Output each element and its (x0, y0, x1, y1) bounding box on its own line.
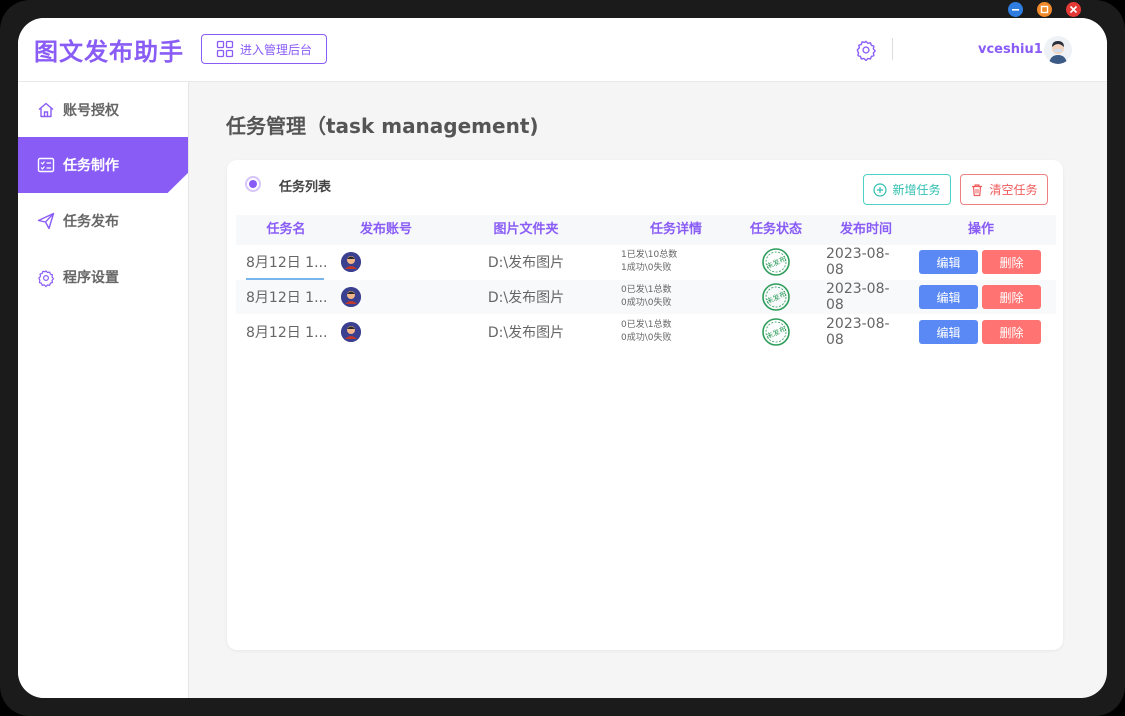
sidebar: 账号授权 任务制作 任务发布 程序设置 (18, 82, 189, 698)
task-name-cell[interactable]: 8月12日 1... (236, 315, 336, 349)
edit-button[interactable]: 编辑 (919, 250, 978, 274)
clear-tasks-button[interactable]: 清空任务 (960, 174, 1048, 205)
task-list-card: 任务列表 新增任务 清空任务 任务名 发布账号 图片文件夹 任务详情 任务状态 … (227, 160, 1063, 650)
plus-circle-icon (873, 182, 888, 197)
detail-success-fail: 0成功\0失败 (621, 333, 672, 343)
device-frame: 图文发布助手 进入管理后台 vceshiu1 账号授权 任务制作 任务发布 程序… (0, 0, 1125, 716)
detail-sent-total: 0已发\1总数 (621, 320, 672, 330)
detail-cell: 0已发\1总数 0成功\0失败 (621, 315, 721, 349)
edit-cell: 编辑 (919, 245, 978, 279)
delete-button[interactable]: 删除 (982, 285, 1041, 309)
status-stamp: 未发布 (751, 280, 801, 314)
delete-cell: 删除 (982, 280, 1041, 314)
column-header[interactable]: 操作 (936, 215, 1026, 245)
sidebar-item-task-publish[interactable]: 任务发布 (18, 193, 188, 249)
folder-cell: D:\发布图片 (487, 255, 565, 271)
detail-sent-total: 1已发\10总数 (621, 250, 678, 260)
admin-console-label: 进入管理后台 (239, 42, 312, 57)
status-text: 未发布 (765, 289, 788, 306)
status-stamp: 未发布 (751, 245, 801, 279)
task-name-cell[interactable]: 8月12日 1... (236, 245, 336, 280)
grid-icon (216, 40, 234, 58)
admin-console-button[interactable]: 进入管理后台 (201, 34, 327, 64)
table-row[interactable]: 8月12日 1... D:\发布图片 0已发\1总数 0成功\0失败 未发布 2… (236, 315, 1056, 349)
home-icon (37, 101, 55, 119)
new-task-button[interactable]: 新增任务 (863, 174, 951, 205)
delete-button[interactable]: 删除 (982, 320, 1041, 344)
app-brand: 图文发布助手 (34, 38, 184, 66)
card-title: 任务列表 (279, 180, 332, 195)
sidebar-item-label: 任务制作 (63, 158, 119, 174)
gear-icon (37, 268, 55, 288)
detail-sent-total: 0已发\1总数 (621, 285, 672, 295)
column-header[interactable]: 任务状态 (741, 215, 811, 245)
delete-button[interactable]: 删除 (982, 250, 1041, 274)
date-cell: 2023-08-08 (826, 281, 890, 313)
sidebar-item-program-settings[interactable]: 程序设置 (18, 249, 188, 305)
window-controls (1008, 2, 1081, 17)
delete-cell: 删除 (982, 315, 1041, 349)
sidebar-item-account-auth[interactable]: 账号授权 (18, 82, 188, 138)
sidebar-item-task-create[interactable]: 任务制作 (18, 137, 188, 193)
account-avatar (341, 280, 361, 314)
checklist-icon (37, 156, 55, 174)
sidebar-item-label: 账号授权 (63, 103, 119, 119)
folder-cell: D:\发布图片 (487, 290, 565, 306)
detail-success-fail: 0成功\0失败 (621, 298, 672, 308)
task-name: 8月12日 1... (246, 255, 328, 271)
date-cell: 2023-08-08 (826, 316, 890, 348)
sidebar-item-label: 任务发布 (63, 214, 119, 230)
minimize-icon[interactable] (1008, 2, 1023, 17)
send-icon (37, 212, 55, 230)
status-text: 未发布 (765, 254, 788, 271)
account-avatar (341, 315, 361, 349)
username[interactable]: vceshiu1 (978, 42, 1043, 57)
settings-gear-icon[interactable] (855, 39, 877, 62)
edit-cell: 编辑 (919, 315, 978, 349)
app-window: 图文发布助手 进入管理后台 vceshiu1 账号授权 任务制作 任务发布 程序… (18, 18, 1107, 698)
account-avatar (341, 245, 361, 279)
clear-tasks-label: 清空任务 (989, 183, 1038, 197)
divider (892, 38, 893, 60)
radio-icon (245, 176, 261, 192)
trash-icon (972, 183, 983, 196)
date-cell: 2023-08-08 (826, 246, 890, 278)
edit-button[interactable]: 编辑 (919, 320, 978, 344)
folder-cell: D:\发布图片 (487, 325, 565, 341)
detail-cell: 1已发\10总数 1成功\0失败 (621, 245, 721, 279)
table-row[interactable]: 8月12日 1... D:\发布图片 1已发\10总数 1成功\0失败 未发布 … (236, 245, 1056, 280)
maximize-icon[interactable] (1037, 2, 1052, 17)
top-bar: 图文发布助手 进入管理后台 vceshiu1 (18, 18, 1107, 82)
column-header[interactable]: 图片文件夹 (471, 215, 581, 245)
new-task-label: 新增任务 (892, 183, 941, 197)
avatar[interactable] (1044, 36, 1072, 64)
column-header[interactable]: 发布账号 (346, 215, 426, 245)
status-stamp: 未发布 (751, 315, 801, 349)
column-header[interactable]: 发布时间 (826, 215, 906, 245)
task-name: 8月12日 1... (246, 325, 328, 341)
task-name: 8月12日 1... (246, 290, 328, 306)
delete-cell: 删除 (982, 245, 1041, 279)
detail-cell: 0已发\1总数 0成功\0失败 (621, 280, 721, 314)
sidebar-item-label: 程序设置 (63, 270, 119, 286)
task-name-cell[interactable]: 8月12日 1... (236, 280, 336, 314)
table-row[interactable]: 8月12日 1... D:\发布图片 0已发\1总数 0成功\0失败 未发布 2… (236, 280, 1056, 314)
column-header[interactable]: 任务详情 (626, 215, 726, 245)
status-text: 未发布 (765, 324, 788, 341)
edit-cell: 编辑 (919, 280, 978, 314)
detail-success-fail: 1成功\0失败 (621, 263, 672, 273)
table-header: 任务名 发布账号 图片文件夹 任务详情 任务状态 发布时间 操作 (236, 215, 1056, 245)
column-header[interactable]: 任务名 (246, 215, 326, 245)
close-icon[interactable] (1066, 2, 1081, 17)
page-title: 任务管理（task management) (226, 114, 539, 138)
edit-button[interactable]: 编辑 (919, 285, 978, 309)
